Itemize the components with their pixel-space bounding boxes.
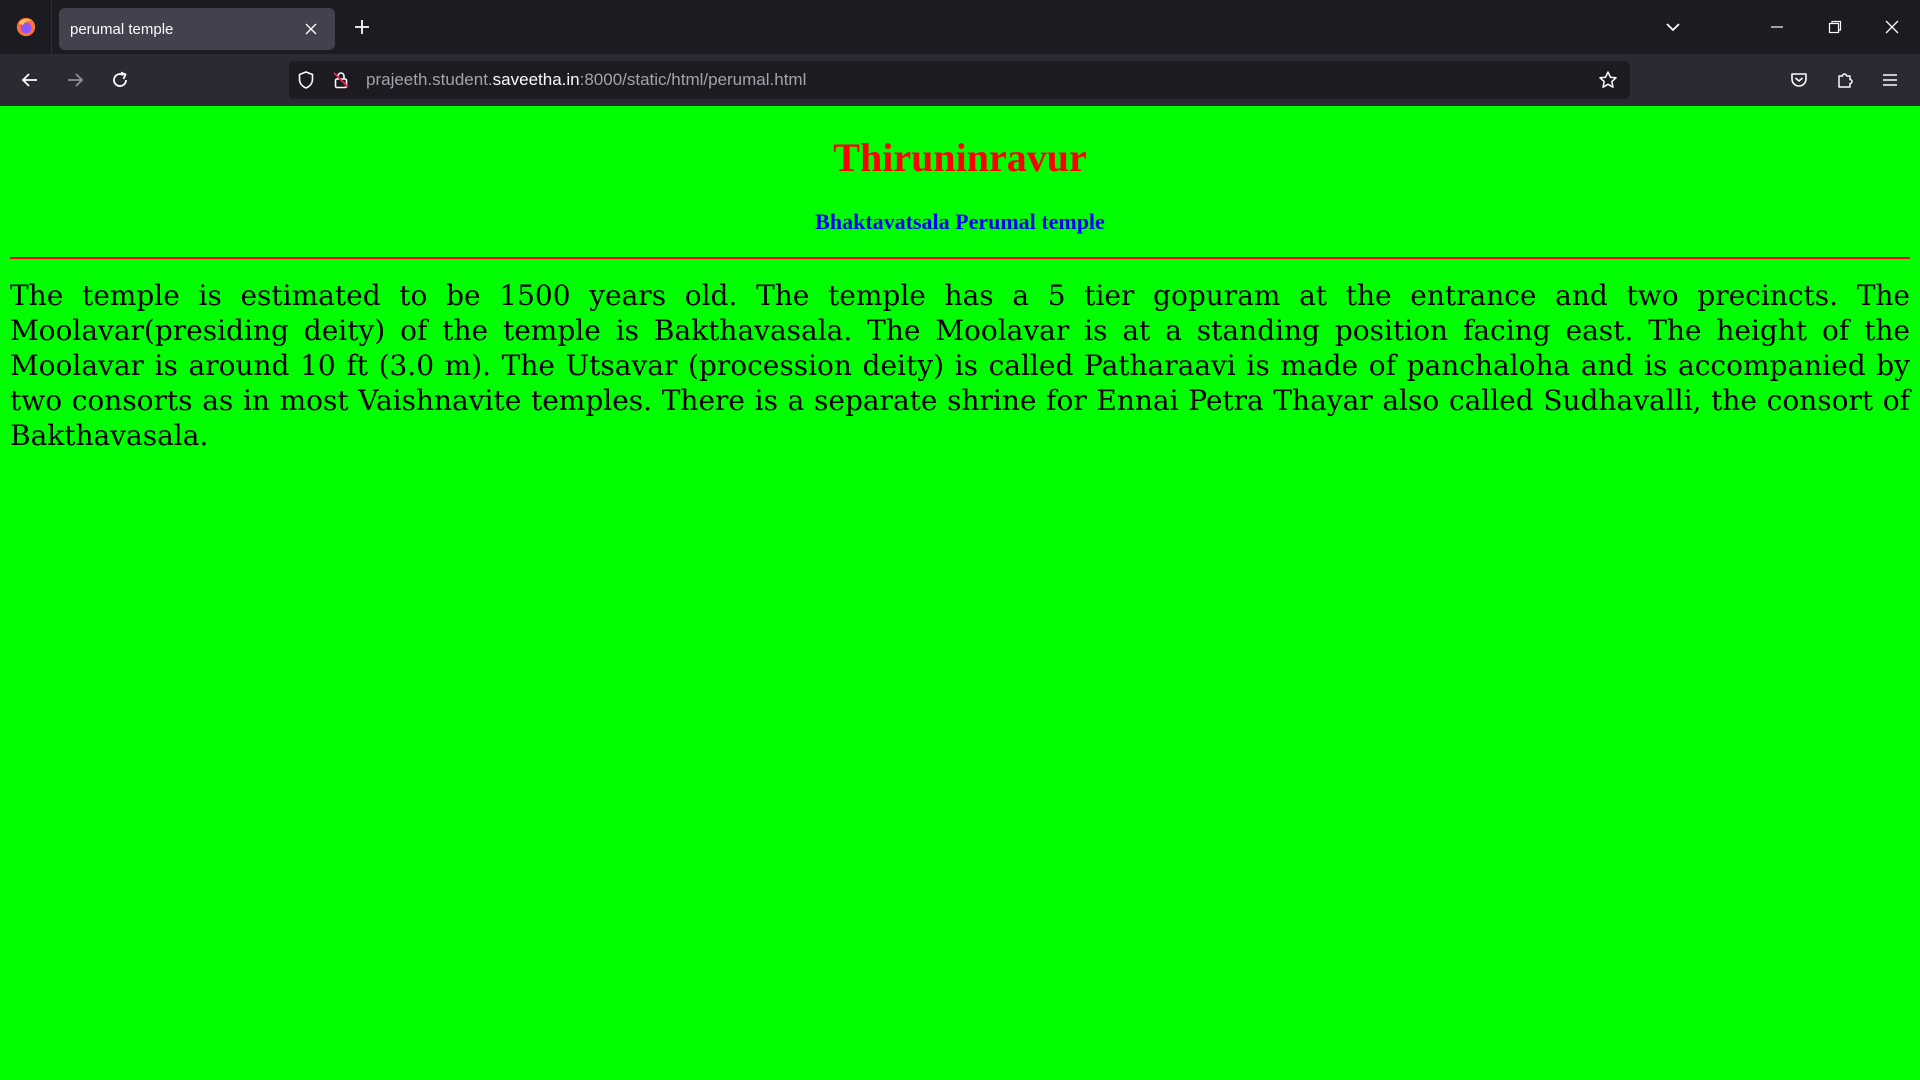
horizontal-rule [10,257,1910,259]
firefox-logo-icon[interactable] [0,0,52,54]
hamburger-menu-icon [1883,74,1897,86]
page-heading: Thiruninravur [833,135,1087,180]
tab-title: perumal temple [70,20,174,38]
restore-icon [1828,20,1842,34]
page-viewport: Thiruninravur Bhaktavatsala Perumal temp… [0,106,1920,1080]
minimize-icon [1771,26,1783,28]
close-icon [1885,20,1899,34]
url-text[interactable]: prajeeth.student.saveetha.in:8000/static… [366,61,806,99]
tab-active[interactable]: perumal temple [59,8,335,50]
forward-arrow-icon [68,73,84,87]
url-host: saveetha.in [492,70,580,89]
extensions-button[interactable] [1828,63,1862,97]
forward-button[interactable] [58,63,92,97]
url-prefix: prajeeth.student. [366,70,493,89]
url-path: :8000/static/html/perumal.html [579,70,807,89]
temple-description-paragraph: The temple is estimated to be 1500 years… [10,279,1910,452]
restore-button[interactable] [1812,0,1858,54]
tab-list-button[interactable] [1658,12,1688,42]
close-icon[interactable] [299,17,323,41]
pocket-icon [1791,73,1807,87]
minimize-button[interactable] [1754,0,1800,54]
address-bar[interactable]: prajeeth.student.saveetha.in:8000/static… [289,61,1630,99]
chevron-down-icon [1666,23,1680,32]
reload-button[interactable] [103,63,137,97]
puzzle-icon [1838,73,1853,88]
star-icon[interactable] [1597,69,1619,91]
back-arrow-icon [21,73,37,87]
tab-strip: perumal temple [0,0,1920,54]
pocket-button[interactable] [1782,63,1816,97]
shield-icon[interactable] [295,69,317,91]
navigation-toolbar: prajeeth.student.saveetha.in:8000/static… [0,54,1920,106]
app-menu-button[interactable] [1873,63,1907,97]
close-window-button[interactable] [1869,0,1915,54]
reload-icon [113,71,127,87]
page-subheading: Bhaktavatsala Perumal temple [815,209,1105,234]
new-tab-button[interactable] [347,12,377,42]
plus-icon [355,20,369,34]
lock-icon[interactable] [330,69,352,91]
back-button[interactable] [13,63,47,97]
